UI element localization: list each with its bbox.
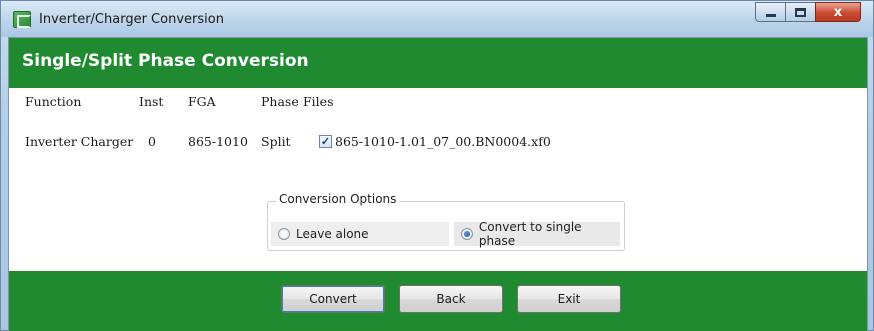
column-header-inst: Inst (139, 94, 164, 109)
option-convert-single-phase-label: Convert to single phase (478, 220, 582, 248)
row-inst: 0 (148, 134, 156, 149)
radio-convert-single-phase[interactable] (461, 228, 473, 240)
back-button[interactable]: Back (399, 285, 503, 313)
option-leave-alone-label: Leave alone (296, 227, 369, 241)
close-icon: x (833, 4, 843, 20)
radio-leave-alone[interactable] (278, 228, 290, 240)
convert-button[interactable]: Convert (281, 285, 385, 313)
minimize-button[interactable] (755, 2, 785, 22)
column-header-files: Files (303, 94, 334, 109)
client-area: Single/Split Phase Conversion Function I… (8, 37, 868, 331)
window: Inverter/Charger Conversion x Single/Spl… (0, 0, 874, 331)
app-icon (13, 11, 31, 28)
maximize-icon (795, 7, 806, 17)
column-header-fga: FGA (188, 94, 216, 109)
page-title: Single/Split Phase Conversion (22, 51, 309, 71)
conversion-options-group: Conversion Options Leave alone Convert t… (267, 192, 625, 251)
header-banner: Single/Split Phase Conversion (9, 38, 867, 88)
file-item[interactable]: ✓ 865-1010-1.01_07_00.BN0004.xf0 (319, 134, 551, 149)
exit-button[interactable]: Exit (517, 285, 621, 313)
conversion-options-legend: Conversion Options (276, 192, 400, 206)
column-header-function: Function (25, 94, 82, 109)
title-bar[interactable]: Inverter/Charger Conversion x (1, 1, 873, 37)
option-convert-single-phase[interactable]: Convert to single phase (454, 220, 620, 248)
row-fga: 865-1010 (188, 134, 248, 149)
option-leave-alone[interactable]: Leave alone (271, 222, 449, 246)
file-name: 865-1010-1.01_07_00.BN0004.xf0 (335, 134, 551, 149)
maximize-button[interactable] (785, 2, 815, 22)
content-panel: Function Inst FGA Phase Files Inverter C… (9, 88, 867, 271)
column-header-phase: Phase (261, 94, 299, 109)
row-phase: Split (261, 134, 291, 149)
row-function: Inverter Charger (25, 134, 134, 149)
file-checkbox[interactable]: ✓ (319, 135, 332, 148)
window-title: Inverter/Charger Conversion (39, 12, 224, 27)
close-button[interactable]: x (815, 2, 861, 22)
minimize-icon (765, 13, 776, 17)
window-controls: x (755, 2, 861, 22)
footer-bar: Convert Back Exit (9, 271, 867, 331)
